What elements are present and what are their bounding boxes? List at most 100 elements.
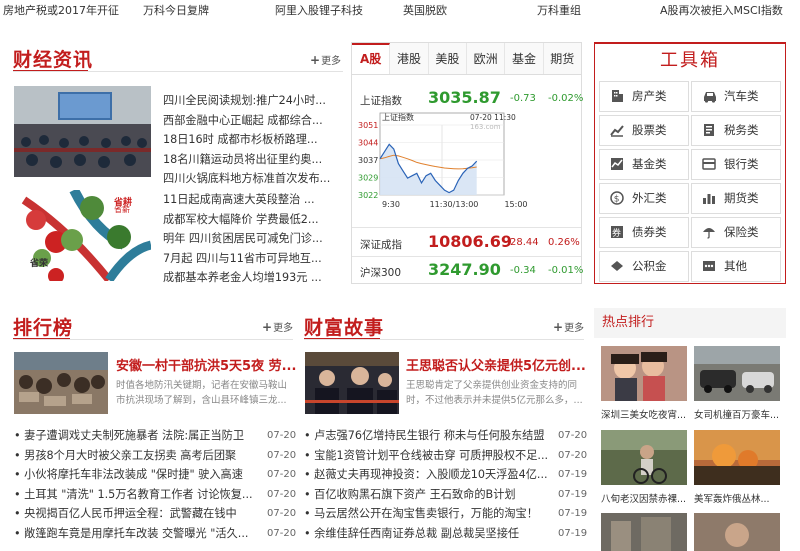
tool-forex[interactable]: $ 外汇类: [599, 183, 689, 214]
news-image-conference[interactable]: [14, 86, 151, 177]
hot-caption[interactable]: 女司机撞百万豪车...: [694, 407, 780, 421]
hot-caption[interactable]: 深圳三美女吃夜宵...: [601, 407, 687, 421]
bank-card-icon: [702, 158, 716, 170]
hot-image-5[interactable]: [601, 513, 687, 551]
list-item[interactable]: • 央视揭百亿人民币押运全程：武警藏在钱中 07-20: [14, 504, 296, 524]
tool-label: 汽车类: [724, 89, 759, 103]
list-item[interactable]: • 马云居然公开在淘宝售卖银行，万能的淘宝！ 07-19: [304, 504, 588, 524]
ticker-link[interactable]: 房地产税或2017年开征: [3, 2, 119, 18]
ranking-more-link[interactable]: +更多: [262, 319, 293, 334]
ranking-summary: 时值各地防汛关键期，记者在安徽马鞍山市抗洪现场了解到，含山县环峰镇三龙...: [116, 380, 288, 406]
list-item[interactable]: • 男孩8个月大时被父亲工友拐卖 高考后团聚 07-20: [14, 446, 297, 466]
y-tick-label: 3044: [358, 139, 378, 148]
date-label: 07-20: [558, 449, 588, 461]
tool-house[interactable]: 房产类: [599, 81, 689, 112]
tool-label: 房产类: [632, 89, 667, 103]
hot-image-1[interactable]: [601, 346, 687, 401]
list-item[interactable]: 成都基本养老金人均增193元 ...: [163, 268, 343, 288]
index-name: 深证成指: [360, 239, 402, 251]
ticker-link[interactable]: 英国脱欧: [403, 2, 447, 18]
market-widget: A股 港股 美股 欧洲 基金 期货 上证指数 3035.87 -0.73 -0.…: [351, 42, 584, 285]
tool-fund[interactable]: 基金类: [599, 149, 689, 180]
list-item[interactable]: 四川火锅底料地方标准首次发布...: [163, 169, 343, 189]
list-item[interactable]: 18名川籍运动员将出征里约奥...: [163, 150, 343, 170]
tool-insurance[interactable]: 保险类: [691, 217, 781, 248]
chart-watermark: 163.com: [470, 123, 501, 131]
y-tick-label: 3051: [358, 121, 378, 130]
hot-image-3[interactable]: [601, 430, 687, 485]
tab-europe[interactable]: 欧洲: [467, 43, 506, 74]
list-item[interactable]: 18日16时 成都市杉板桥路理...: [163, 130, 343, 150]
tool-stock[interactable]: 股票类: [599, 115, 689, 146]
housing-fund-icon: [611, 261, 623, 271]
finance-section-title[interactable]: 财经资讯: [13, 45, 93, 72]
hot-ranking-title[interactable]: 热点排行: [594, 308, 786, 338]
list-item[interactable]: • 妻子遭调戏丈夫制死施暴者 法院:属正当防卫 07-20: [14, 426, 296, 446]
tool-label: 银行类: [724, 157, 759, 171]
ranking-news-list: • 妻子遭调戏丈夫制死施暴者 法院:属正当防卫 07-20 • 男孩8个月大时被父…: [14, 426, 297, 544]
wealth-feature-image[interactable]: [305, 352, 399, 414]
tab-hk-shares[interactable]: 港股: [390, 43, 429, 74]
list-item[interactable]: • 敞篷跑车竟是用摩托车改装 交警曝光 "活久... 07-20: [14, 524, 297, 544]
index-percent: -0.02%: [548, 93, 584, 104]
tool-label: 税务类: [724, 123, 759, 137]
hot-caption[interactable]: 美军轰炸俄丛林...: [694, 491, 780, 505]
infographic-label: 省薪: [114, 205, 130, 214]
index-change: -0.73: [510, 93, 536, 104]
hot-image-4[interactable]: [694, 430, 780, 485]
list-item[interactable]: • 宝能1资管计划平仓线被击穿 可质押股权不足... 07-20: [304, 446, 588, 466]
news-image-infographic[interactable]: 省耕 省薪 省荣: [14, 190, 151, 281]
index-row-hs300[interactable]: 沪深300 3247.90 -0.34 -0.01%: [352, 257, 583, 285]
ranking-feature-image[interactable]: [14, 352, 108, 414]
index-line-chart[interactable]: 3051 3044 3037 3029 3022 9:30 11:30/13:00 15:0…: [352, 109, 581, 217]
list-item[interactable]: 7月起 四川与11省市可异地互...: [163, 249, 343, 269]
tool-label: 其他: [724, 259, 747, 273]
list-item[interactable]: • 小伙将摩托车非法改装成 "保时捷" 驶入高速 07-20: [14, 465, 296, 485]
hot-image-6[interactable]: [694, 513, 780, 551]
tool-car[interactable]: 汽车类: [691, 81, 781, 112]
index-name: 上证指数: [360, 95, 402, 107]
chart-time: 07-20 11:30: [470, 113, 516, 122]
ticker-link[interactable]: 万科今日复牌: [143, 2, 209, 18]
ticker-link[interactable]: A股再次被拒入MSCI指数: [660, 2, 783, 18]
list-item[interactable]: • 土耳其 "清洗" 1.5万名教育工作者 讨论恢复... 07-20: [14, 485, 296, 505]
list-item[interactable]: 11日起成南高速大英段整治 ...: [163, 190, 343, 210]
tab-a-shares[interactable]: A股: [352, 43, 391, 74]
wealth-headline[interactable]: 王思聪否认父亲提供5亿元创...: [406, 355, 586, 374]
tool-tax[interactable]: 税务类: [691, 115, 781, 146]
tool-label: 债券类: [632, 225, 667, 239]
tool-bank[interactable]: 银行类: [691, 149, 781, 180]
tab-fund[interactable]: 基金: [505, 43, 544, 74]
list-item[interactable]: 明年 四川贫困居民可减免门诊...: [163, 229, 343, 249]
divider: [352, 227, 581, 228]
list-item[interactable]: • 赵薇丈夫再现神投资：入股顺龙10天浮盈4亿... 07-19: [304, 465, 587, 485]
tab-us-shares[interactable]: 美股: [429, 43, 467, 74]
tool-futures[interactable]: 期货类: [691, 183, 781, 214]
list-item[interactable]: • 百亿收购黑石旗下资产 王石致命的B计划 07-19: [304, 485, 587, 505]
finance-more-link[interactable]: +更多: [310, 52, 341, 67]
ranking-section-title[interactable]: 排行榜: [13, 313, 73, 340]
tab-futures[interactable]: 期货: [544, 43, 581, 74]
wealth-section-title[interactable]: 财富故事: [304, 313, 384, 340]
index-row-shenzhen[interactable]: 深证成指 10806.69 28.44 0.26%: [352, 229, 581, 257]
date-label: 07-19: [558, 508, 588, 519]
ranking-headline[interactable]: 安徽一村干部抗洪5天5夜 劳...: [116, 355, 296, 374]
market-tabs: A股 港股 美股 欧洲 基金 期货: [352, 43, 581, 75]
list-item[interactable]: 四川全民阅读规划:推广24小时...: [163, 91, 343, 111]
date-label: 07-20: [267, 527, 297, 539]
ticker-link[interactable]: 万科重组: [537, 2, 581, 18]
list-item[interactable]: • 卢志强76亿增持民生银行 称未与任何股东结盟 07-20: [304, 426, 587, 446]
tool-housing-fund[interactable]: 公积金: [599, 251, 689, 282]
list-item[interactable]: 西部金融中心正崛起 成都综合...: [163, 111, 343, 131]
tool-other[interactable]: 其他: [691, 251, 781, 282]
tool-bond[interactable]: 券 债券类: [599, 217, 689, 248]
hot-image-2[interactable]: [694, 346, 780, 401]
car-icon: [704, 92, 716, 103]
wealth-more-link[interactable]: +更多: [553, 319, 584, 334]
svg-text:$: $: [614, 195, 620, 205]
list-item[interactable]: 成都军校大幅降价 学费最低2...: [163, 210, 343, 230]
hot-caption[interactable]: 八旬老汉因禁赤裸...: [601, 491, 687, 505]
list-item[interactable]: • 余维佳辞任西南证券总裁 副总裁吴坚接任 07-19: [304, 524, 587, 544]
ticker-link[interactable]: 阿里入股锂子科技: [275, 2, 363, 18]
date-label: 07-20: [267, 449, 297, 461]
